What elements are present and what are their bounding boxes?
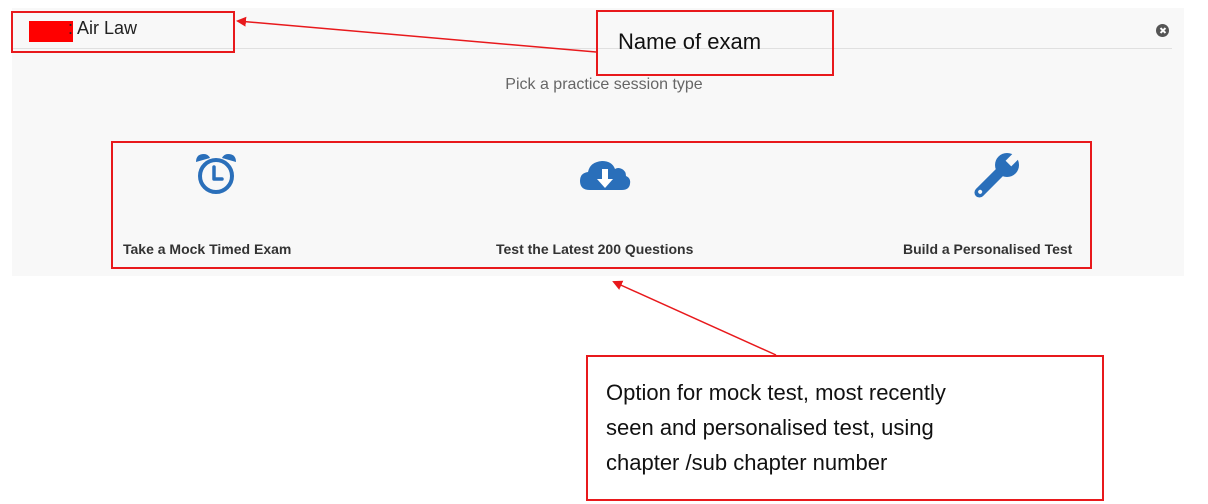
annotation-arrows [236, 16, 777, 356]
options-arrow [612, 280, 777, 356]
exam-name-arrow [236, 16, 597, 53]
